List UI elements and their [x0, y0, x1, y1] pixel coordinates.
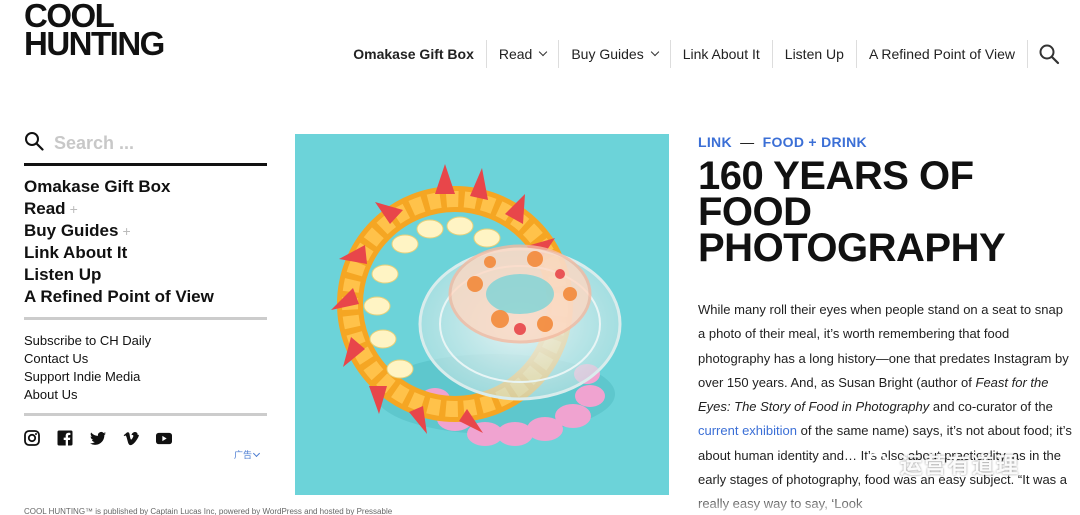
watermark: 运营有道理: [866, 448, 1020, 480]
twitter-icon[interactable]: [90, 430, 106, 446]
expand-plus-icon[interactable]: +: [122, 220, 130, 242]
sidebar-menu: Omakase Gift Box Read + Buy Guides + Link …: [24, 176, 267, 308]
search-icon[interactable]: [24, 131, 44, 156]
search-icon[interactable]: [1038, 43, 1060, 65]
chevron-down-icon: [539, 47, 548, 57]
nav-read[interactable]: Read: [487, 40, 560, 68]
body-text-2: and co-curator of the: [929, 399, 1053, 415]
instagram-icon[interactable]: [24, 430, 40, 446]
ad-label[interactable]: 广告: [234, 448, 261, 461]
sidebar-item-refined-point-of-view[interactable]: A Refined Point of View: [24, 286, 267, 308]
category-link[interactable]: LINK: [698, 134, 732, 150]
logo-line-2: HUNTING: [24, 25, 165, 62]
nav-label: A Refined Point of View: [868, 46, 1015, 62]
ad-label-text: 广告: [234, 450, 253, 460]
site-footer: COOL HUNTING™ is published by Captain Lu…: [24, 507, 393, 515]
sidebar-item-label: Listen Up: [24, 265, 102, 284]
divider: [24, 413, 267, 416]
sidebar-item-label: Read: [24, 199, 66, 218]
food-photo-illustration: [295, 134, 669, 495]
nav-listen-up[interactable]: Listen Up: [773, 40, 857, 68]
nav-label: Buy Guides: [571, 46, 644, 62]
chevron-down-icon: [650, 47, 659, 57]
category-food-drink[interactable]: FOOD + DRINK: [763, 134, 867, 150]
chevron-down-icon: [252, 449, 261, 457]
site-logo[interactable]: COOL HUNTING: [24, 0, 165, 62]
exhibition-link[interactable]: current exhibition: [698, 423, 797, 438]
sidebar-links: Subscribe to CH Daily Contact Us Support…: [24, 332, 267, 404]
facebook-icon[interactable]: [57, 430, 73, 446]
search-input[interactable]: [54, 133, 244, 154]
sidebar-item-omakase-gift-box[interactable]: Omakase Gift Box: [24, 176, 267, 198]
link-subscribe[interactable]: Subscribe to CH Daily: [24, 332, 267, 350]
sidebar-item-label: A Refined Point of View: [24, 287, 214, 306]
nav-omakase-gift-box[interactable]: Omakase Gift Box: [341, 40, 487, 68]
social-links: [24, 430, 267, 446]
link-about-us[interactable]: About Us: [24, 386, 267, 404]
watermark-text: 运营有道理: [900, 453, 1021, 478]
top-navigation: Omakase Gift Box Read Buy Guides Link Ab…: [341, 40, 1060, 68]
vimeo-icon[interactable]: [123, 430, 139, 446]
link-support-indie-media[interactable]: Support Indie Media: [24, 368, 267, 386]
sidebar-item-read[interactable]: Read +: [24, 198, 267, 220]
sidebar-search: [24, 132, 267, 166]
youtube-icon[interactable]: [156, 430, 172, 446]
nav-label: Listen Up: [784, 46, 844, 62]
sidebar-item-label: Link About It: [24, 243, 128, 262]
nav-label: Link About It: [682, 46, 760, 62]
sidebar-item-label: Omakase Gift Box: [24, 177, 171, 196]
article-title: 160 YEARS OF FOOD PHOTOGRAPHY: [698, 154, 1006, 270]
nav-refined-point-of-view[interactable]: A Refined Point of View: [857, 40, 1028, 68]
nav-label: Omakase Gift Box: [353, 46, 474, 62]
sidebar-item-buy-guides[interactable]: Buy Guides +: [24, 220, 267, 242]
sidebar-item-link-about-it[interactable]: Link About It: [24, 242, 267, 264]
sidebar: Omakase Gift Box Read+ Buy Guides+ Link …: [24, 132, 267, 460]
sidebar-item-listen-up[interactable]: Listen Up: [24, 264, 267, 286]
kicker-dash: —: [740, 134, 755, 150]
link-contact-us[interactable]: Contact Us: [24, 350, 267, 368]
nav-link-about-it[interactable]: Link About It: [671, 40, 773, 68]
wechat-icon: [866, 453, 894, 475]
article-kicker: LINK — FOOD + DRINK: [698, 134, 1073, 150]
article-hero-image[interactable]: [295, 134, 669, 495]
nav-label: Read: [498, 46, 533, 62]
article-body: While many roll their eyes when people s…: [698, 298, 1073, 515]
divider: [24, 317, 267, 320]
expand-plus-icon[interactable]: +: [70, 198, 78, 220]
nav-buy-guides[interactable]: Buy Guides: [559, 40, 671, 68]
sidebar-item-label: Buy Guides: [24, 221, 119, 240]
